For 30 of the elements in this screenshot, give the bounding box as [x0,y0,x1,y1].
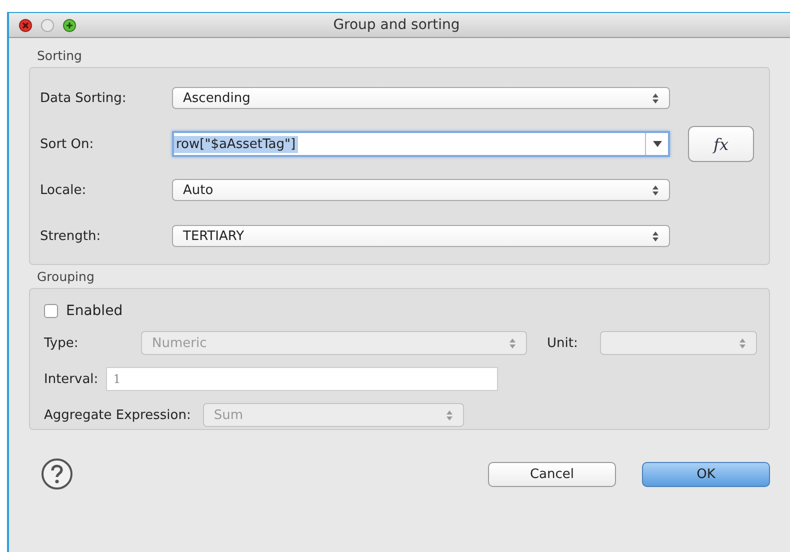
dropdown[interactable]: Ascending [172,87,670,109]
window-title: Group and sorting [332,17,461,33]
caret-icon [652,141,662,147]
field-label: Aggregate Expression: [44,408,191,422]
stepper-arrows-icon [509,338,516,348]
expression-builder-button[interactable]: fx [688,126,754,162]
field-label: Data Sorting: [40,90,128,106]
dropdown[interactable]: TERTIARY [172,225,670,247]
field-label: Type: [44,336,80,350]
stepper-arrows-icon [652,92,659,104]
field-label: Strength: [40,228,102,244]
zoom-icon[interactable] [63,18,76,32]
stepper-arrows-icon [446,410,453,420]
stepper-arrows-icon [738,338,746,348]
dropdown[interactable]: Auto [172,179,670,201]
checkbox[interactable] [44,304,58,318]
section-title: Grouping [37,269,96,284]
field-label: Interval: [44,372,98,386]
dialog-button[interactable]: OK [642,462,770,486]
help-icon[interactable] [41,458,73,490]
close-icon[interactable] [19,18,32,32]
field-label: Locale: [40,182,88,198]
section-title: Sorting [37,48,83,63]
field-label: Sort On: [40,136,95,152]
stepper-arrows-icon [652,184,659,196]
checkbox-label: Enabled [66,303,123,319]
stepper-arrows-icon [652,230,659,242]
combo-box[interactable]: row["$aAssetTag"] [172,131,670,157]
field-label: Unit: [547,336,578,350]
dialog-button[interactable]: Cancel [488,462,616,486]
